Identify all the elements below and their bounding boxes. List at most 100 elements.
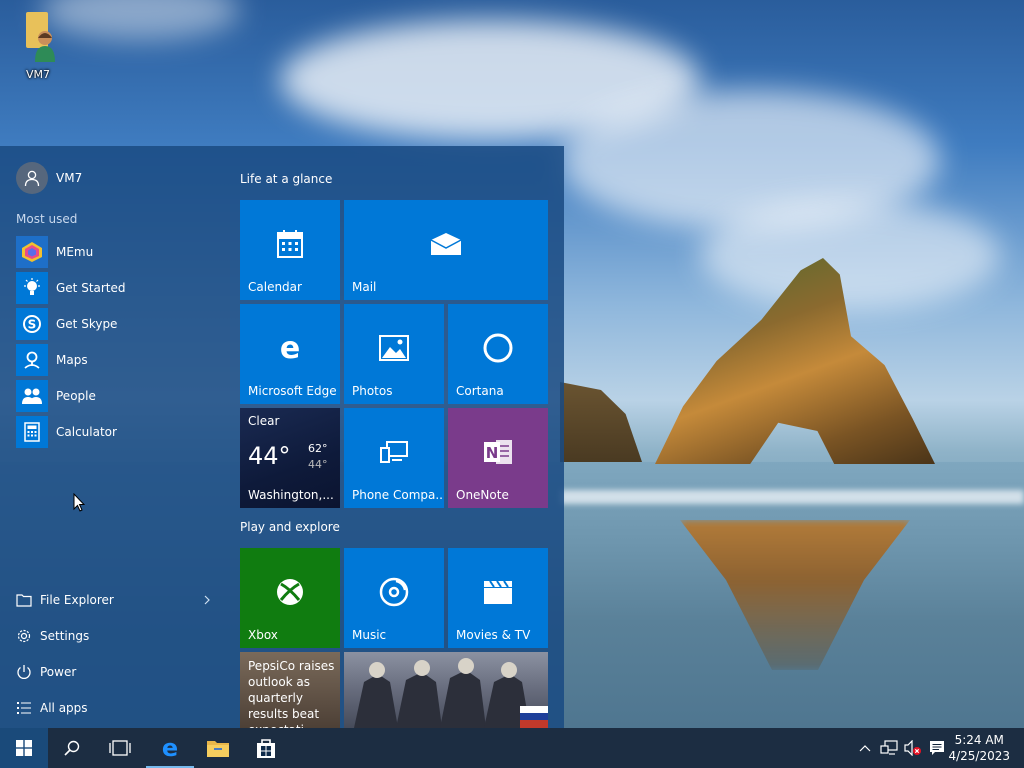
- edge-icon: e: [162, 736, 178, 760]
- music-tile[interactable]: Music: [344, 548, 444, 648]
- all-apps-button[interactable]: All apps: [16, 690, 216, 726]
- gear-icon: [16, 628, 32, 644]
- start-menu: VM7 Most used MEmu Get Started S Get Sky…: [0, 146, 564, 728]
- tile-label: Photos: [352, 384, 393, 398]
- svg-text:N: N: [486, 444, 499, 462]
- app-memu[interactable]: MEmu: [16, 234, 226, 270]
- calculator-icon: [16, 416, 48, 448]
- calendar-icon: [277, 230, 303, 258]
- task-view-icon: [109, 740, 131, 756]
- memu-icon: [16, 236, 48, 268]
- sys-label: File Explorer: [40, 593, 114, 607]
- weather-tile[interactable]: Clear 44° 62° 44° Washington,...: [240, 408, 340, 508]
- skype-icon: S: [16, 308, 48, 340]
- cloud: [40, 0, 240, 40]
- list-icon: [16, 700, 32, 716]
- mail-tile[interactable]: Mail: [344, 200, 548, 300]
- tile-label: OneNote: [456, 488, 509, 502]
- desktop-icon-label: VM7: [25, 68, 50, 81]
- app-label: MEmu: [56, 245, 94, 259]
- edge-tile[interactable]: e Microsoft Edge: [240, 304, 340, 404]
- clapperboard-icon: [484, 580, 512, 604]
- play-and-explore-heading[interactable]: Play and explore: [240, 520, 340, 534]
- app-get-skype[interactable]: S Get Skype: [16, 306, 226, 342]
- tile-label: Cortana: [456, 384, 504, 398]
- lightbulb-icon: [16, 272, 48, 304]
- notification-icon: [930, 741, 944, 755]
- taskbar-edge-button[interactable]: e: [146, 728, 194, 768]
- most-used-heading: Most used: [16, 212, 78, 226]
- volume-muted-icon: [904, 740, 921, 756]
- mail-icon: [430, 233, 462, 255]
- network-button[interactable]: [878, 728, 900, 768]
- phone-companion-tile[interactable]: Phone Compa...: [344, 408, 444, 508]
- surf: [560, 490, 1024, 504]
- app-get-started[interactable]: Get Started: [16, 270, 226, 306]
- app-label: Calculator: [56, 425, 117, 439]
- settings-button[interactable]: Settings: [16, 618, 216, 654]
- tile-label: Music: [352, 628, 387, 642]
- xbox-tile[interactable]: Xbox: [240, 548, 340, 648]
- edge-icon: e: [280, 333, 300, 363]
- chevron-right-icon[interactable]: [204, 594, 210, 608]
- movies-tv-tile[interactable]: Movies & TV: [448, 548, 548, 648]
- calendar-tile[interactable]: Calendar: [240, 200, 340, 300]
- cortana-icon: [483, 333, 513, 363]
- photo-collage-image: [354, 658, 548, 728]
- tile-label: Phone Compa...: [352, 488, 444, 502]
- cortana-tile[interactable]: Cortana: [448, 304, 548, 404]
- news-headline: PepsiCo raises outlook as quarterly resu…: [248, 659, 335, 728]
- system-list: File Explorer Settings Power All apps: [16, 582, 216, 726]
- photo-live-tile[interactable]: [344, 652, 548, 728]
- app-people[interactable]: People: [16, 378, 226, 414]
- start-button[interactable]: [0, 728, 48, 768]
- sys-label: Settings: [40, 629, 90, 643]
- search-icon: [64, 740, 80, 756]
- photos-tile[interactable]: Photos: [344, 304, 444, 404]
- life-at-a-glance-heading[interactable]: Life at a glance: [240, 172, 332, 186]
- sys-label: All apps: [40, 701, 88, 715]
- task-view-button[interactable]: [96, 728, 144, 768]
- app-calculator[interactable]: Calculator: [16, 414, 226, 450]
- sys-label: Power: [40, 665, 77, 679]
- weather-temperature: 44°: [248, 442, 291, 470]
- people-icon: [16, 380, 48, 412]
- file-explorer-button[interactable]: File Explorer: [16, 582, 216, 618]
- news-tile[interactable]: PepsiCo raises outlook as quarterly resu…: [240, 652, 340, 728]
- cloud: [700, 200, 1000, 310]
- svg-text:e: e: [162, 736, 178, 760]
- show-hidden-icons-button[interactable]: [856, 728, 874, 768]
- user-folder-icon: [16, 10, 60, 66]
- app-maps[interactable]: Maps: [16, 342, 226, 378]
- xbox-icon: [277, 579, 303, 605]
- maps-icon: [16, 344, 48, 376]
- weather-high: 62°: [308, 442, 328, 455]
- taskbar-store-button[interactable]: [242, 728, 290, 768]
- volume-button[interactable]: [902, 728, 924, 768]
- avatar: [16, 162, 48, 194]
- weather-location: Washington,...: [248, 488, 334, 502]
- app-label: Get Skype: [56, 317, 118, 331]
- taskbar: e 5:24 AM 4/25/2023: [0, 728, 1024, 768]
- onenote-tile[interactable]: N OneNote: [448, 408, 548, 508]
- taskbar-file-explorer-button[interactable]: [194, 728, 242, 768]
- clock-date: 4/25/2023: [948, 749, 1010, 763]
- app-label: People: [56, 389, 96, 403]
- rock: [560, 382, 642, 462]
- taskbar-clock[interactable]: 5:24 AM 4/25/2023: [948, 732, 1010, 764]
- onenote-icon: N: [484, 440, 512, 464]
- chevron-up-icon: [859, 745, 871, 752]
- folder-icon: [207, 741, 229, 757]
- network-icon: [880, 740, 898, 755]
- svg-text:e: e: [280, 333, 300, 363]
- user-account-button[interactable]: VM7: [16, 162, 82, 194]
- search-button[interactable]: [48, 728, 96, 768]
- tile-label: Calendar: [248, 280, 302, 294]
- desktop-icon-vm7[interactable]: VM7: [8, 10, 68, 81]
- power-button[interactable]: Power: [16, 654, 216, 690]
- tile-label: Microsoft Edge: [248, 384, 337, 398]
- phone-companion-icon: [380, 441, 408, 463]
- mouse-cursor-icon: [73, 493, 85, 512]
- action-center-button[interactable]: [926, 728, 948, 768]
- app-label: Get Started: [56, 281, 126, 295]
